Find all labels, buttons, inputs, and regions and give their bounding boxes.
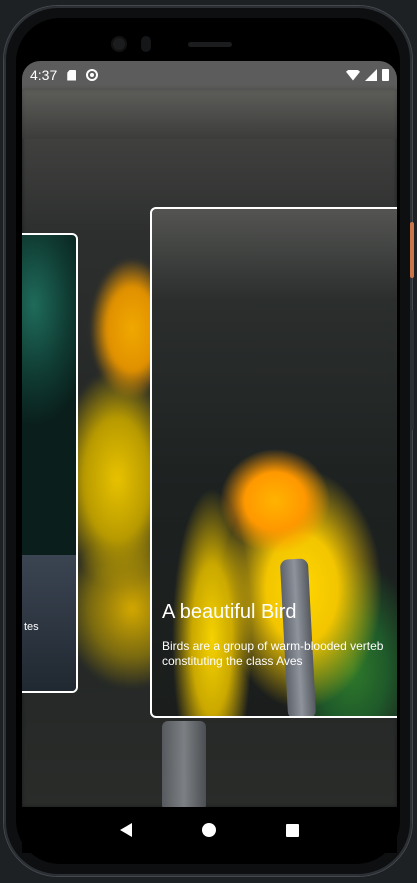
background-top-shade — [22, 89, 397, 139]
carousel-card-current[interactable]: A beautiful Bird Birds are a group of wa… — [150, 207, 397, 718]
back-icon[interactable] — [120, 823, 132, 837]
status-right-icons — [346, 69, 389, 81]
card-title: A beautiful Bird — [162, 601, 297, 623]
power-button — [410, 222, 414, 278]
card-description-line: Birds are a group of warm-blooded verteb — [162, 639, 384, 653]
card-previous-description: tes — [24, 621, 39, 633]
background-perch — [162, 721, 206, 807]
app-screen: 4:37 tes A beautiful Bird Birds are a gr… — [22, 61, 397, 807]
card-description: Birds are a group of warm-blooded verteb… — [162, 639, 383, 669]
card-description-line: constituting the class Aves — [162, 654, 303, 668]
navigation-bar — [22, 807, 397, 853]
sync-icon — [86, 69, 99, 81]
signal-icon — [365, 69, 377, 81]
carousel-card-previous[interactable]: tes — [22, 233, 78, 693]
recents-icon[interactable] — [286, 823, 299, 837]
sd-card-icon — [67, 69, 77, 81]
front-camera — [111, 36, 127, 52]
status-time: 4:37 — [30, 67, 58, 83]
volume-button — [410, 310, 414, 430]
proximity-sensor — [141, 36, 151, 52]
wifi-icon — [346, 69, 360, 81]
status-bar: 4:37 — [22, 61, 397, 89]
battery-icon — [382, 69, 389, 81]
earpiece-speaker — [188, 42, 232, 47]
home-icon[interactable] — [202, 823, 216, 837]
